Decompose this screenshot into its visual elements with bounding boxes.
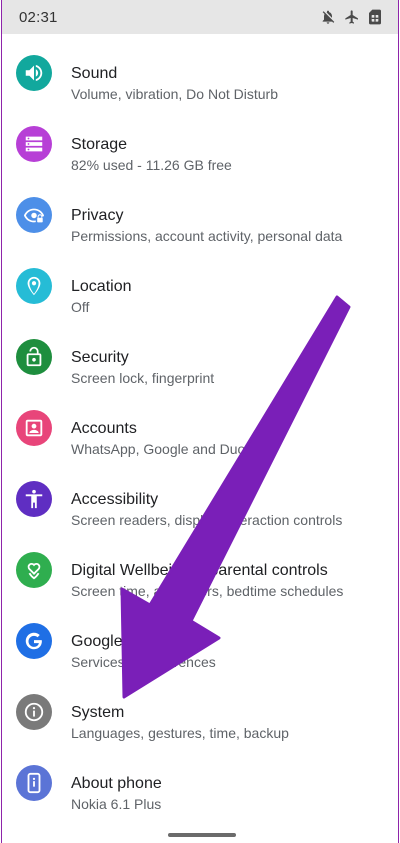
settings-item-title: Google xyxy=(71,633,123,650)
settings-item-subtitle: Permissions, account activity, personal … xyxy=(71,228,343,244)
settings-item-title: About phone xyxy=(71,775,162,792)
settings-item-system[interactable]: System Languages, gestures, time, backup xyxy=(2,677,398,748)
accessibility-icon xyxy=(16,481,52,517)
settings-item-subtitle: WhatsApp, Google and Duo xyxy=(71,441,246,457)
settings-item-google[interactable]: Google Services & preferences xyxy=(2,606,398,677)
settings-item-sound[interactable]: Sound Volume, vibration, Do Not Disturb xyxy=(2,38,398,109)
settings-item-subtitle: 82% used - 11.26 GB free xyxy=(71,157,232,173)
notifications-off-icon xyxy=(320,9,336,25)
status-icons xyxy=(320,8,382,26)
settings-item-subtitle: Off xyxy=(71,299,90,315)
settings-item-title: Security xyxy=(71,349,129,366)
settings-item-subtitle: Services & preferences xyxy=(71,654,216,670)
airplane-mode-icon xyxy=(344,9,360,25)
settings-item-title: System xyxy=(71,704,125,721)
settings-item-title: Location xyxy=(71,278,132,295)
status-bar: 02:31 xyxy=(2,0,398,34)
settings-item-title: Sound xyxy=(71,65,118,82)
settings-item-subtitle: Nokia 6.1 Plus xyxy=(71,796,162,812)
settings-item-privacy[interactable]: Privacy Permissions, account activity, p… xyxy=(2,180,398,251)
settings-item-storage[interactable]: Storage 82% used - 11.26 GB free xyxy=(2,109,398,180)
settings-item-accessibility[interactable]: Accessibility Screen readers, display, i… xyxy=(2,464,398,535)
settings-item-subtitle: Languages, gestures, time, backup xyxy=(71,725,289,741)
account-box-icon xyxy=(16,410,52,446)
lock-open-icon xyxy=(16,339,52,375)
settings-item-title: Privacy xyxy=(71,207,124,224)
location-pin-icon xyxy=(16,268,52,304)
settings-item-location[interactable]: Location Off xyxy=(2,251,398,322)
settings-item-accounts[interactable]: Accounts WhatsApp, Google and Duo xyxy=(2,393,398,464)
settings-item-subtitle: Volume, vibration, Do Not Disturb xyxy=(71,86,278,102)
settings-item-subtitle: Screen time, app timers, bedtime schedul… xyxy=(71,583,344,599)
wellbeing-heart-icon xyxy=(16,552,52,588)
storage-icon xyxy=(16,126,52,162)
settings-item-title: Digital Wellbeing & parental controls xyxy=(71,562,328,579)
settings-item-digital-wellbeing[interactable]: Digital Wellbeing & parental controls Sc… xyxy=(2,535,398,606)
settings-item-about-phone[interactable]: About phone Nokia 6.1 Plus xyxy=(2,748,398,819)
navigation-gesture-handle[interactable] xyxy=(168,833,236,837)
status-time: 02:31 xyxy=(19,9,58,26)
settings-item-title: Storage xyxy=(71,136,128,153)
volume-icon xyxy=(16,55,52,91)
eye-lock-icon xyxy=(16,197,52,233)
sim-card-icon xyxy=(368,9,382,25)
settings-item-subtitle: Screen readers, display, interaction con… xyxy=(71,512,343,528)
settings-item-title: Accounts xyxy=(71,420,137,437)
settings-screen: 02:31 Sound Volume, vibration, Do Not Di… xyxy=(1,0,399,843)
settings-item-title: Accessibility xyxy=(71,491,159,508)
info-icon xyxy=(16,694,52,730)
google-g-icon xyxy=(16,623,52,659)
phone-info-icon xyxy=(16,765,52,801)
settings-item-security[interactable]: Security Screen lock, fingerprint xyxy=(2,322,398,393)
settings-item-subtitle: Screen lock, fingerprint xyxy=(71,370,215,386)
